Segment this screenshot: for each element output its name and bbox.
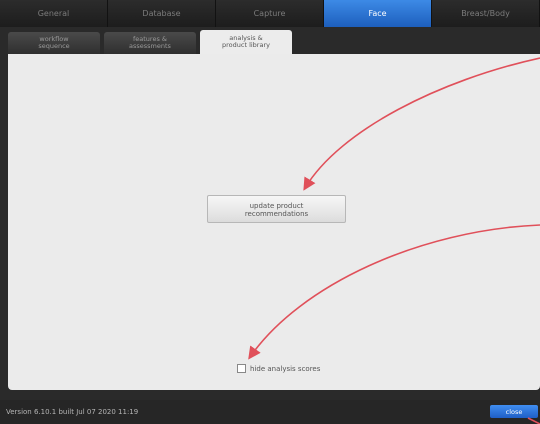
update-product-recommendations-button[interactable]: update product recommendations: [207, 195, 346, 223]
subtab-workflow-label-2: sequence: [38, 42, 70, 50]
tab-face[interactable]: Face: [324, 0, 432, 27]
tab-database[interactable]: Database: [108, 0, 216, 27]
tab-capture[interactable]: Capture: [216, 0, 324, 27]
update-button-label-1: update product: [249, 201, 304, 210]
footer-bar: Version 6.10.1 built Jul 07 2020 11:19 c…: [0, 400, 540, 424]
subtab-workflow-sequence[interactable]: workflow sequence: [8, 32, 100, 54]
version-text: Version 6.10.1 built Jul 07 2020 11:19: [6, 408, 139, 416]
hide-analysis-scores-label: hide analysis scores: [250, 364, 321, 373]
subtab-features-assessments[interactable]: features & assessments: [104, 32, 196, 54]
hide-analysis-scores-checkbox[interactable]: [237, 364, 246, 373]
content-panel: update product recommendations hide anal…: [8, 54, 540, 390]
hide-analysis-scores-row: hide analysis scores: [237, 364, 320, 373]
update-button-label-2: recommendations: [244, 209, 309, 218]
subtab-analysis-label-2: product library: [222, 41, 270, 49]
close-button[interactable]: close: [490, 405, 538, 418]
tab-general[interactable]: General: [0, 0, 108, 27]
sub-tab-bar: workflow sequence features & assessments…: [8, 30, 296, 54]
subtab-analysis-product-library[interactable]: analysis & product library: [200, 30, 292, 54]
tab-breast-body[interactable]: Breast/Body: [432, 0, 540, 27]
main-tab-bar: General Database Capture Face Breast/Bod…: [0, 0, 540, 27]
subtab-features-label-2: assessments: [129, 42, 171, 50]
